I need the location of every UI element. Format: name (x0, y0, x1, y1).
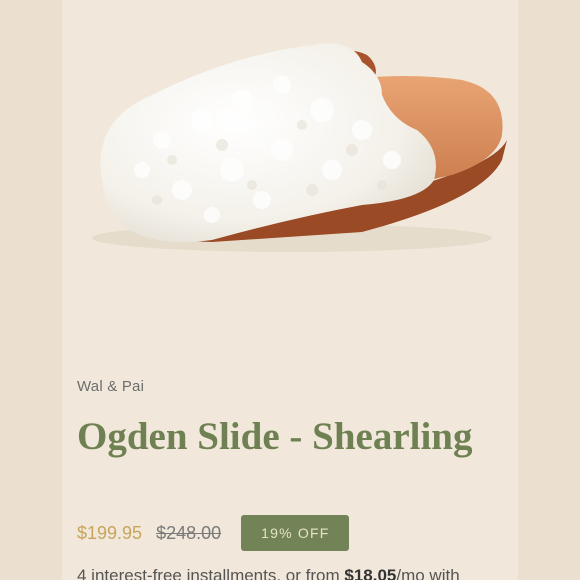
installments-text-before: 4 interest-free installments, or from (77, 566, 345, 580)
installments-text: 4 interest-free installments, or from $1… (77, 566, 460, 580)
left-margin (0, 0, 62, 580)
product-card: Wal & Pai Ogden Slide - Shearling $199.9… (62, 0, 518, 580)
product-image[interactable] (62, 0, 518, 355)
original-price: $248.00 (156, 522, 222, 543)
price-row: $199.95 $248.00 19% OFF (77, 515, 350, 551)
discount-badge: 19% OFF (241, 515, 350, 551)
sale-price: $199.95 (77, 522, 143, 543)
installments-amount: $18.05 (344, 566, 397, 580)
installments-text-after: /mo with (396, 566, 460, 580)
right-margin (518, 0, 580, 580)
screen: Wal & Pai Ogden Slide - Shearling $199.9… (0, 0, 580, 580)
brand-name[interactable]: Wal & Pai (77, 378, 144, 395)
product-title: Ogden Slide - Shearling (77, 415, 473, 458)
slipper-illustration (92, 43, 507, 252)
